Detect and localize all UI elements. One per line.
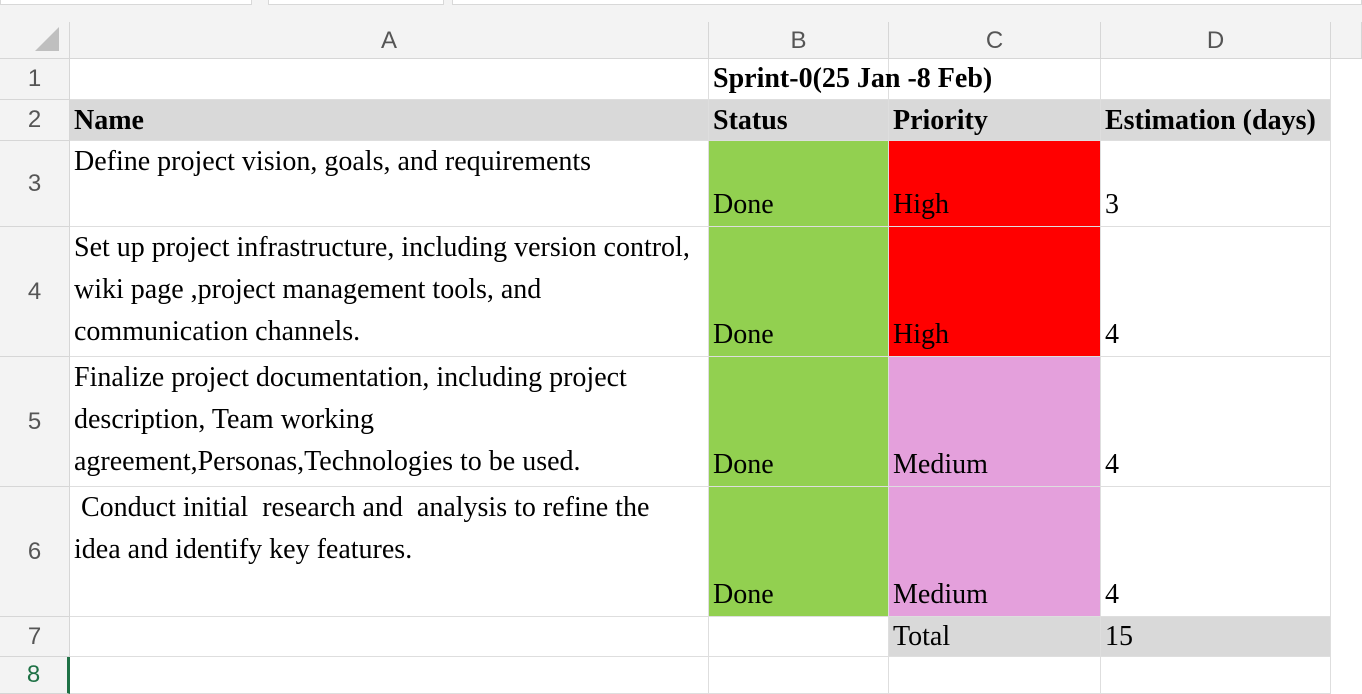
task-priority[interactable]: Medium bbox=[889, 357, 1101, 487]
column-header-b[interactable]: B bbox=[709, 22, 889, 59]
task-status[interactable]: Done bbox=[709, 141, 889, 227]
cell-b8[interactable] bbox=[709, 657, 889, 694]
function-box[interactable] bbox=[268, 0, 444, 5]
task-estimate[interactable]: 4 bbox=[1101, 357, 1331, 487]
row-header-1[interactable]: 1 bbox=[0, 59, 70, 100]
task-name[interactable]: Define project vision, goals, and requir… bbox=[70, 141, 709, 227]
row-header-5[interactable]: 5 bbox=[0, 357, 70, 487]
cell-d8[interactable] bbox=[1101, 657, 1331, 694]
task-name[interactable]: Set up project infrastructure, including… bbox=[70, 227, 709, 357]
row-header-2[interactable]: 2 bbox=[0, 100, 70, 141]
task-priority[interactable]: High bbox=[889, 141, 1101, 227]
row-header-8[interactable]: 8 bbox=[0, 657, 70, 694]
row-header-7[interactable]: 7 bbox=[0, 617, 70, 657]
task-estimate[interactable]: 4 bbox=[1101, 487, 1331, 617]
cell-c8[interactable] bbox=[889, 657, 1101, 694]
header-estimation[interactable]: Estimation (days) bbox=[1101, 100, 1331, 141]
row-header-3[interactable]: 3 bbox=[0, 141, 70, 227]
cell-a7[interactable] bbox=[70, 617, 709, 657]
column-header-c[interactable]: C bbox=[889, 22, 1101, 59]
task-status[interactable]: Done bbox=[709, 227, 889, 357]
task-priority[interactable]: High bbox=[889, 227, 1101, 357]
task-estimate[interactable]: 3 bbox=[1101, 141, 1331, 227]
select-all-triangle-icon bbox=[35, 27, 59, 51]
name-box[interactable] bbox=[0, 0, 252, 5]
header-status[interactable]: Status bbox=[709, 100, 889, 141]
header-priority[interactable]: Priority bbox=[889, 100, 1101, 141]
formula-bar[interactable] bbox=[452, 0, 1362, 5]
task-status[interactable]: Done bbox=[709, 487, 889, 617]
row-header-6[interactable]: 6 bbox=[0, 487, 70, 617]
task-name[interactable]: Conduct initial research and analysis to… bbox=[70, 487, 709, 617]
spreadsheet-grid: A B C D 1 2 3 4 5 6 7 8 Sprint-0(25 Jan … bbox=[0, 22, 1362, 694]
toolbar-strip bbox=[0, 0, 1362, 22]
task-status[interactable]: Done bbox=[709, 357, 889, 487]
total-value[interactable]: 15 bbox=[1101, 617, 1331, 657]
cell-d1[interactable] bbox=[1101, 59, 1331, 100]
cell-a1[interactable] bbox=[70, 59, 709, 100]
column-header-e[interactable] bbox=[1331, 22, 1362, 59]
column-header-a[interactable]: A bbox=[70, 22, 709, 59]
task-priority[interactable]: Medium bbox=[889, 487, 1101, 617]
task-estimate[interactable]: 4 bbox=[1101, 227, 1331, 357]
sprint-title[interactable]: Sprint-0(25 Jan -8 Feb) bbox=[709, 59, 1101, 100]
total-label[interactable]: Total bbox=[889, 617, 1101, 657]
task-name[interactable]: Finalize project documentation, includin… bbox=[70, 357, 709, 487]
cell-b7[interactable] bbox=[709, 617, 889, 657]
cell-a8[interactable] bbox=[70, 657, 709, 694]
header-name[interactable]: Name bbox=[70, 100, 709, 141]
row-header-4[interactable]: 4 bbox=[0, 227, 70, 357]
column-header-d[interactable]: D bbox=[1101, 22, 1331, 59]
select-all-corner[interactable] bbox=[0, 22, 70, 59]
